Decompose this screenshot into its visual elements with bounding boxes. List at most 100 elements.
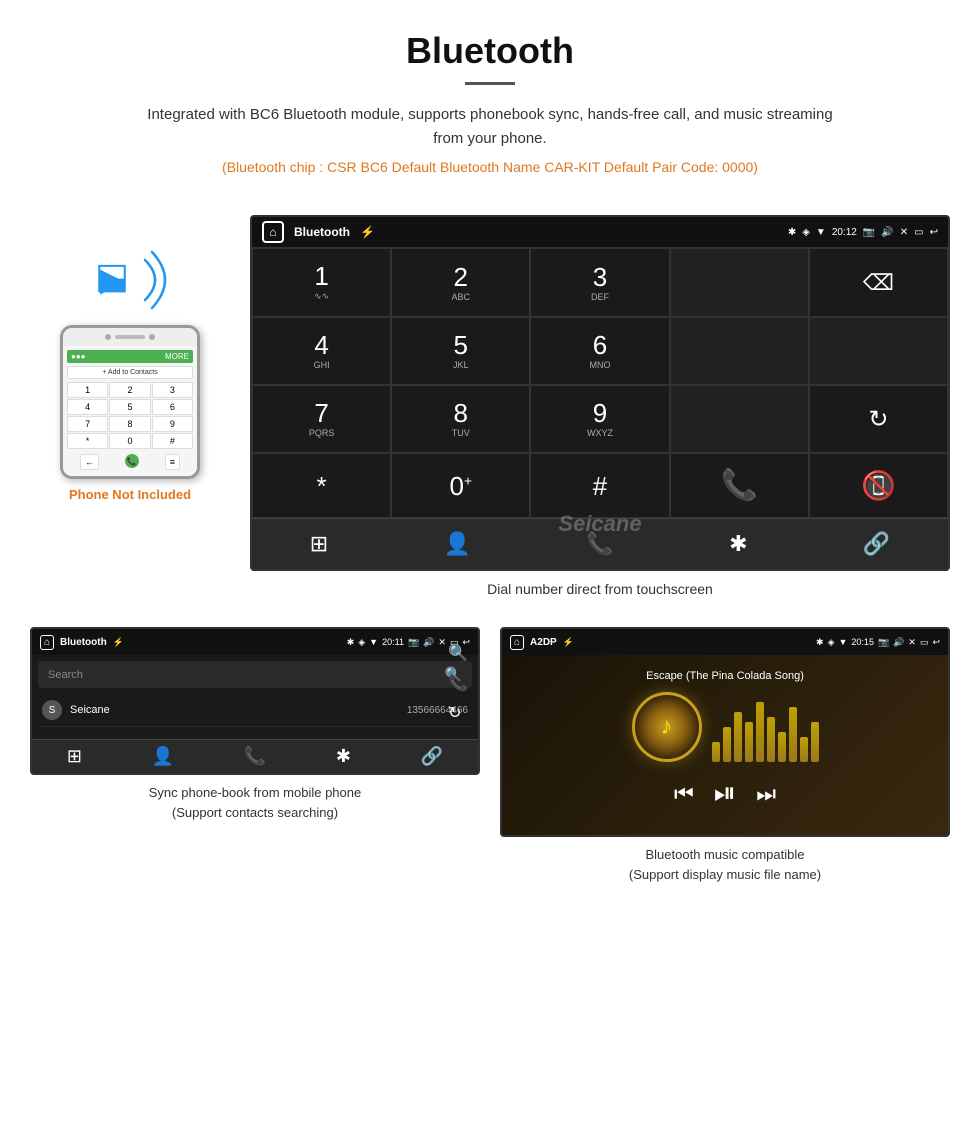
phone-not-included-label: Phone Not Included [69, 487, 191, 502]
dial-key-2[interactable]: 2 ABC [391, 248, 530, 317]
pb-nav-contacts[interactable]: 👤 [152, 746, 174, 767]
pb-call-btn[interactable]: 📞 [448, 673, 468, 693]
pb-nav-phone[interactable]: 📞 [244, 746, 266, 767]
dial-refresh[interactable]: ↻ [809, 385, 948, 453]
dial-key-4[interactable]: 4 GHI [252, 317, 391, 385]
dial-empty-4 [670, 385, 809, 453]
dial-key-1[interactable]: 1 ∿∿ [252, 248, 391, 317]
pb-nav-link[interactable]: 🔗 [421, 746, 443, 767]
page-title: Bluetooth [20, 30, 960, 72]
phone-keypad: 1 2 3 4 5 6 7 8 9 * 0 # [67, 382, 193, 449]
dial-key-8[interactable]: 8 TUV [391, 385, 530, 453]
phone-green-bar: ●●●MORE [67, 350, 193, 363]
phone-key-9[interactable]: 9 [152, 416, 193, 432]
phone-key-4[interactable]: 4 [67, 399, 108, 415]
phonebook-screen: ⌂ Bluetooth ⚡ ✱ ◈ ▼ 20:11 📷 🔊 ✕ ▭ ↩ [30, 627, 480, 775]
dial-key-3[interactable]: 3 DEF [530, 248, 669, 317]
phone-top-bar [63, 328, 197, 346]
dial-screen-mock: ⌂ Bluetooth ⚡ ✱ ◈ ▼ 20:12 📷 🔊 ✕ ▭ ↩ [250, 215, 950, 571]
pb-refresh-btn[interactable]: ↻ [448, 703, 468, 723]
phone-key-2[interactable]: 2 [109, 382, 150, 398]
phonebook-home-btn[interactable]: ⌂ [40, 635, 54, 650]
title-divider [465, 82, 515, 85]
phone-key-8[interactable]: 8 [109, 416, 150, 432]
bluetooth-status-icon: ✱ [788, 227, 796, 238]
dial-key-9[interactable]: 9 WXYZ [530, 385, 669, 453]
music-play-btn[interactable]: ⏯ [714, 777, 736, 810]
specs-text: (Bluetooth chip : CSR BC6 Default Blueto… [20, 159, 960, 175]
music-center: ♪ [632, 692, 819, 762]
bar-10 [811, 722, 819, 762]
music-caption-line1: Bluetooth music compatible [646, 847, 805, 862]
pb-search-btn[interactable]: 🔍 [448, 643, 468, 663]
status-bar-left: ⌂ Bluetooth ⚡ [262, 221, 375, 243]
phone-key-1[interactable]: 1 [67, 382, 108, 398]
dial-call-green[interactable]: 📞 [670, 453, 809, 518]
bar-7 [778, 732, 786, 762]
dial-empty-3 [809, 317, 948, 385]
home-button[interactable]: ⌂ [262, 221, 284, 243]
music-panel: ⌂ A2DP ⚡ ✱ ◈ ▼ 20:15 📷 🔊 ✕ ▭ ↩ [500, 627, 950, 884]
phone-screen: ●●●MORE + Add to Contacts 1 2 3 4 5 6 7 … [63, 346, 197, 476]
music-usb: ⚡ [563, 637, 574, 648]
dial-key-6[interactable]: 6 MNO [530, 317, 669, 385]
dial-key-star[interactable]: * [252, 453, 391, 518]
music-controls: ⏮ ⏯ ⏭ [674, 777, 776, 810]
phone-key-7[interactable]: 7 [67, 416, 108, 432]
music-next-btn[interactable]: ⏭ [756, 781, 776, 807]
music-prev-btn[interactable]: ⏮ [674, 781, 694, 807]
nav-settings-icon[interactable]: 🔗 [851, 527, 902, 561]
phone-key-3[interactable]: 3 [152, 382, 193, 398]
phone-bottom-row: ← 📞 ≡ [67, 452, 193, 472]
screen-title: Bluetooth [294, 225, 350, 239]
main-content: ⬓ ▸ ●●●MORE [0, 205, 980, 627]
music-wifi-icon: ▼ [839, 637, 848, 647]
status-bar-right: ✱ ◈ ▼ 20:12 📷 🔊 ✕ ▭ ↩ [788, 227, 938, 238]
pb-x: ✕ [438, 637, 446, 648]
phonebook-panel: ⌂ Bluetooth ⚡ ✱ ◈ ▼ 20:11 📷 🔊 ✕ ▭ ↩ [30, 627, 480, 884]
bottom-panels: ⌂ Bluetooth ⚡ ✱ ◈ ▼ 20:11 📷 🔊 ✕ ▭ ↩ [0, 627, 980, 914]
phone-key-star[interactable]: * [67, 433, 108, 449]
contact-row-0[interactable]: S Seicane 13566664466 [38, 694, 472, 727]
bar-6 [767, 717, 775, 762]
pb-nav-bt[interactable]: ✱ [336, 746, 351, 767]
phonebook-status-bar: ⌂ Bluetooth ⚡ ✱ ◈ ▼ 20:11 📷 🔊 ✕ ▭ ↩ [32, 629, 478, 655]
phone-key-0[interactable]: 0 [109, 433, 150, 449]
bt-wave-svg: ▸ [90, 240, 180, 320]
bar-3 [734, 712, 742, 762]
phone-key-back[interactable]: ← [80, 454, 99, 470]
dial-status-bar: ⌂ Bluetooth ⚡ ✱ ◈ ▼ 20:12 📷 🔊 ✕ ▭ ↩ [252, 217, 948, 247]
dial-key-hash[interactable]: # [530, 453, 669, 518]
music-home-btn[interactable]: ⌂ [510, 635, 524, 650]
dial-backspace[interactable]: ⌫ [809, 248, 948, 317]
phone-key-5[interactable]: 5 [109, 399, 150, 415]
dial-key-5[interactable]: 5 JKL [391, 317, 530, 385]
nav-bluetooth-icon[interactable]: ✱ [717, 527, 759, 561]
pb-vol: 🔊 [423, 637, 434, 648]
nav-keypad-icon[interactable]: ⊞ [298, 527, 340, 561]
phone-key-6[interactable]: 6 [152, 399, 193, 415]
music-status-right: ✱ ◈ ▼ 20:15 📷 🔊 ✕ ▭ ↩ [816, 637, 940, 648]
pb-time: 20:11 [382, 637, 404, 647]
music-status-title: A2DP [530, 637, 557, 648]
music-caption: Bluetooth music compatible (Support disp… [500, 845, 950, 884]
music-body: Escape (The Pina Colada Song) ♪ [502, 655, 948, 835]
bar-9 [800, 737, 808, 762]
phonebook-bottom-nav: ⊞ 👤 📞 ✱ 🔗 [32, 739, 478, 773]
nav-phone-icon[interactable]: 📞 [574, 527, 625, 561]
search-placeholder: Search [48, 669, 445, 681]
search-bar[interactable]: Search 🔍 [38, 661, 472, 688]
nav-contacts-icon[interactable]: 👤 [432, 527, 483, 561]
dial-empty-1 [670, 248, 809, 317]
phone-key-hash[interactable]: # [152, 433, 193, 449]
music-time: 20:15 [851, 637, 874, 647]
phone-call-button[interactable]: 📞 [125, 454, 139, 468]
pb-loc-icon: ◈ [358, 637, 365, 648]
dial-call-red[interactable]: 📵 [809, 453, 948, 518]
phone-key-menu[interactable]: ≡ [165, 454, 180, 470]
pb-nav-keypad[interactable]: ⊞ [67, 746, 82, 767]
bar-8 [789, 707, 797, 762]
dial-key-7[interactable]: 7 PQRS [252, 385, 391, 453]
music-x: ✕ [908, 637, 916, 648]
dial-key-0[interactable]: 0+ [391, 453, 530, 518]
